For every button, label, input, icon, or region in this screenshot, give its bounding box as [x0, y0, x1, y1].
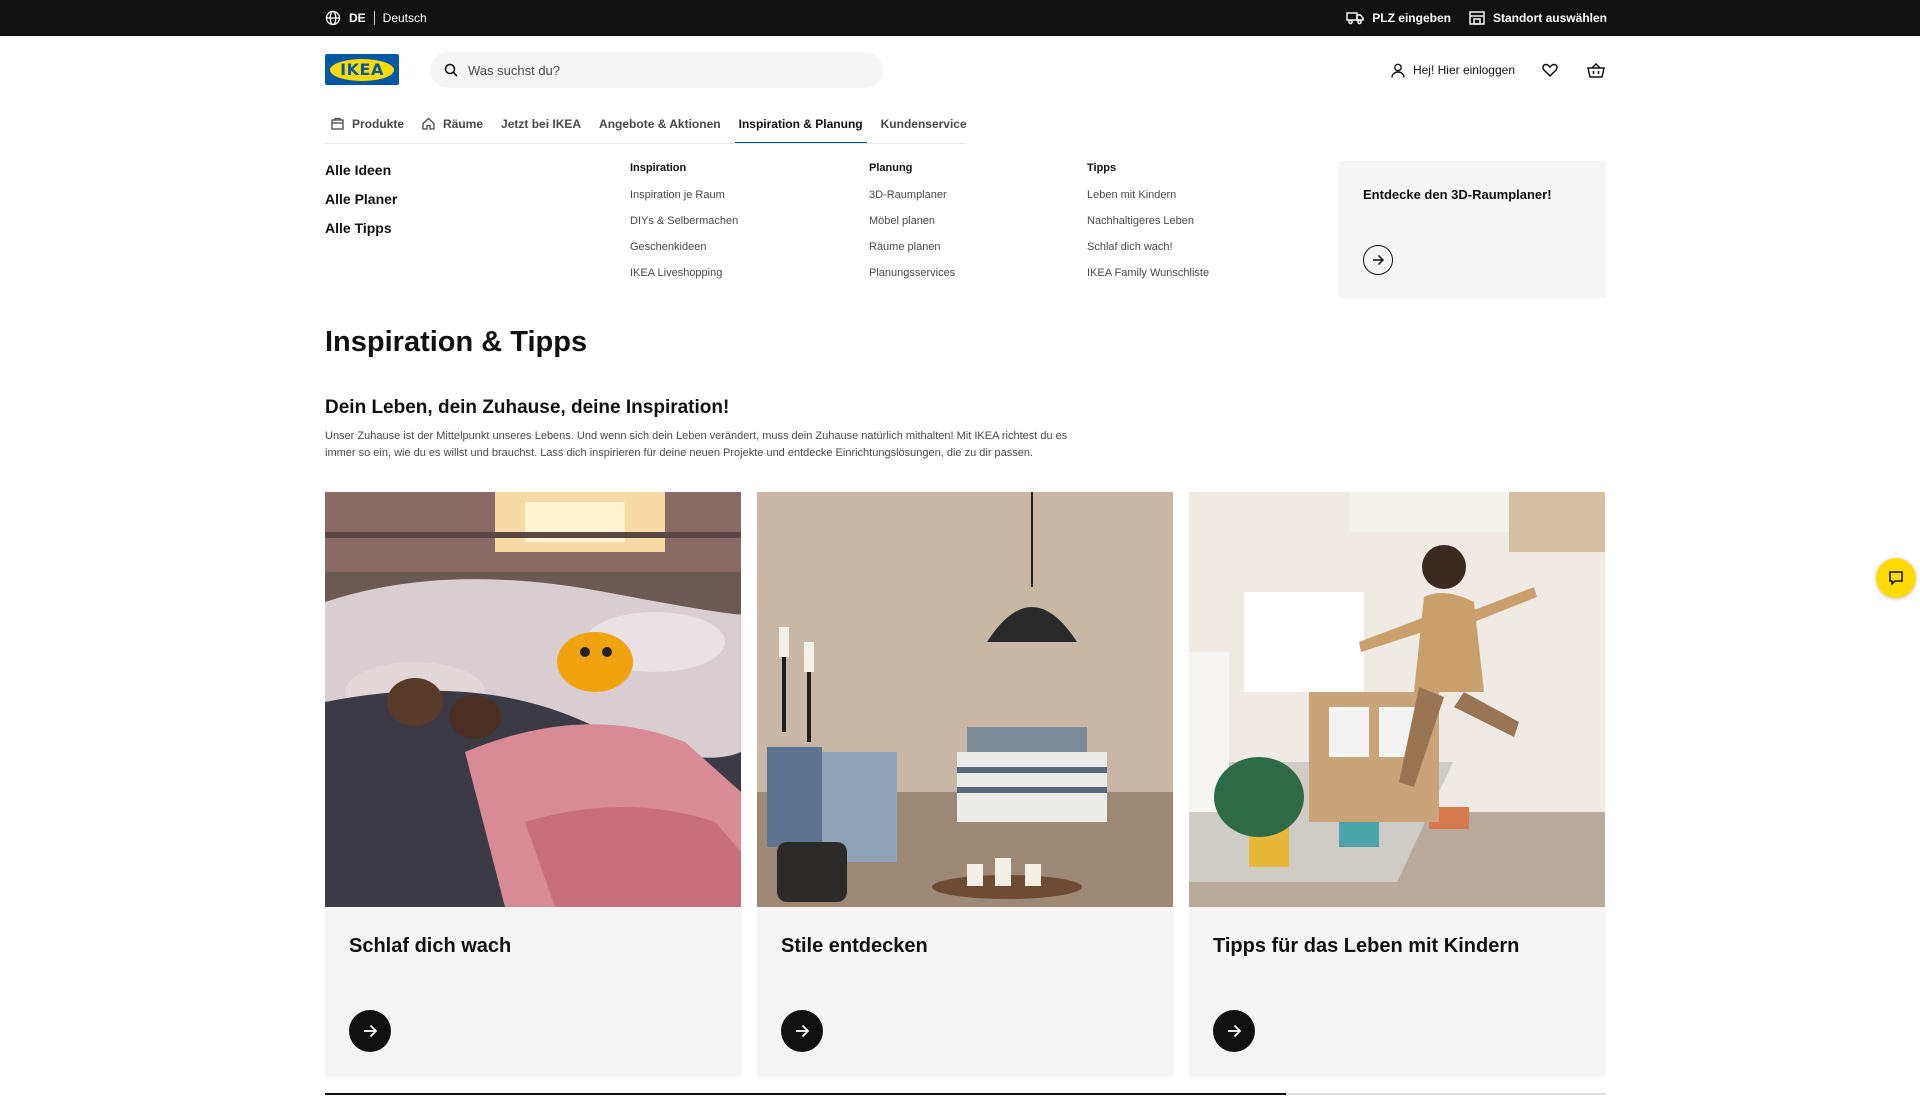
- card-title: Schlaf dich wach: [349, 935, 512, 957]
- house-icon: [422, 117, 435, 130]
- carousel-scrollbar[interactable]: [325, 1093, 1606, 1095]
- cart-button[interactable]: [1585, 59, 1607, 81]
- promo-3d-planner[interactable]: Entdecke den 3D-Raumplaner!: [1339, 161, 1606, 298]
- tab-label: Jetzt bei IKEA: [501, 117, 582, 131]
- basket-icon: [1587, 62, 1605, 78]
- arrow-right-icon: [796, 1024, 809, 1038]
- menu-link[interactable]: Planungsservices: [869, 267, 955, 281]
- tab-angebote[interactable]: Angebote & Aktionen: [593, 110, 733, 144]
- zip-code-label: PLZ eingeben: [1372, 11, 1451, 25]
- tab-produkte[interactable]: Produkte: [325, 110, 416, 144]
- intro-text: Unser Zuhause ist der Mittelpunkt unsere…: [325, 430, 1068, 459]
- scrollbar-thumb[interactable]: [325, 1093, 1286, 1095]
- menu-link[interactable]: IKEA Liveshopping: [630, 267, 738, 281]
- search-icon: [444, 63, 458, 77]
- arrow-right-icon: [1373, 254, 1384, 266]
- chat-button[interactable]: [1876, 558, 1916, 598]
- login-button[interactable]: Hej! Hier einloggen: [1391, 63, 1515, 78]
- login-label: Hej! Hier einloggen: [1412, 63, 1515, 77]
- language-name: Deutsch: [382, 11, 427, 25]
- tab-jetzt-bei-ikea[interactable]: Jetzt bei IKEA: [495, 110, 593, 144]
- zip-code-button[interactable]: PLZ eingeben: [1346, 11, 1451, 25]
- tab-label: Produkte: [352, 117, 405, 131]
- kids-room-illustration: [1189, 492, 1605, 907]
- promo-arrow-button[interactable]: [1363, 245, 1393, 275]
- logo-text: IKEA: [340, 60, 384, 79]
- link-alle-planer[interactable]: Alle Planer: [325, 191, 397, 208]
- globe-icon: [325, 10, 341, 26]
- search-bar[interactable]: [430, 52, 883, 88]
- menu-link[interactable]: Möbel planen: [869, 215, 955, 229]
- tab-inspiration-planung[interactable]: Inspiration & Planung: [733, 110, 875, 144]
- menu-link[interactable]: DIYs & Selbermachen: [630, 215, 738, 229]
- bag-icon: [331, 117, 344, 130]
- link-alle-tipps[interactable]: Alle Tipps: [325, 220, 397, 237]
- megamenu-column-planung: Planung 3D-Raumplaner Möbel planen Räume…: [869, 162, 955, 293]
- arrow-right-icon: [364, 1024, 377, 1038]
- tab-label: Kundenservice: [880, 117, 967, 131]
- tab-label: Inspiration & Planung: [738, 117, 863, 131]
- card-image-living: [757, 492, 1173, 907]
- megamenu-main-links: Alle Ideen Alle Planer Alle Tipps: [325, 162, 397, 237]
- user-icon: [1391, 63, 1405, 78]
- menu-link[interactable]: IKEA Family Wunschliste: [1087, 267, 1209, 281]
- card-stile[interactable]: Stile entdecken: [757, 492, 1173, 1077]
- nav-divider: [325, 143, 965, 144]
- card-kinder[interactable]: Tipps für das Leben mit Kindern: [1189, 492, 1605, 1077]
- store-select-label: Standort auswählen: [1492, 11, 1607, 25]
- store-select-button[interactable]: Standort auswählen: [1469, 11, 1607, 25]
- card-image-bedroom: [325, 492, 741, 907]
- card-schlaf[interactable]: Schlaf dich wach: [325, 492, 741, 1077]
- menu-link[interactable]: Räume planen: [869, 241, 955, 255]
- top-bar: DE Deutsch PLZ eingeben Standort auswähl…: [0, 0, 1920, 36]
- column-heading: Planung: [869, 162, 913, 174]
- section-subtitle: Dein Leben, dein Zuhause, deine Inspirat…: [325, 397, 730, 418]
- card-arrow-button[interactable]: [1213, 1010, 1255, 1052]
- truck-icon: [1346, 12, 1364, 25]
- column-heading: Inspiration: [630, 162, 687, 174]
- menu-link[interactable]: Inspiration je Raum: [630, 189, 738, 203]
- country-code: DE: [349, 11, 366, 25]
- column-heading: Tipps: [1087, 162, 1117, 174]
- ikea-logo[interactable]: IKEA: [325, 54, 399, 85]
- chat-icon: [1889, 571, 1903, 586]
- language-selector[interactable]: DE Deutsch: [325, 0, 427, 36]
- menu-link[interactable]: Geschenkideen: [630, 241, 738, 255]
- card-title: Stile entdecken: [781, 935, 928, 957]
- link-alle-ideen[interactable]: Alle Ideen: [325, 162, 397, 179]
- card-arrow-button[interactable]: [349, 1010, 391, 1052]
- logo-oval: IKEA: [330, 58, 394, 81]
- arrow-right-icon: [1228, 1024, 1241, 1038]
- tab-kundenservice[interactable]: Kundenservice: [875, 110, 979, 144]
- tab-label: Räume: [443, 117, 484, 131]
- heart-icon: [1542, 63, 1558, 77]
- living-illustration: [757, 492, 1173, 907]
- megamenu-column-inspiration: Inspiration Inspiration je Raum DIYs & S…: [630, 162, 738, 293]
- card-image-kids-room: [1189, 492, 1605, 907]
- menu-link[interactable]: Nachhaltigeres Leben: [1087, 215, 1209, 229]
- menu-link[interactable]: Schlaf dich wach!: [1087, 241, 1209, 255]
- wishlist-button[interactable]: [1539, 59, 1561, 81]
- card-arrow-button[interactable]: [781, 1010, 823, 1052]
- store-icon: [1469, 11, 1485, 25]
- menu-link[interactable]: Leben mit Kindern: [1087, 189, 1209, 203]
- menu-link[interactable]: 3D-Raumplaner: [869, 189, 955, 203]
- megamenu-column-tipps: Tipps Leben mit Kindern Nachhaltigeres L…: [1087, 162, 1209, 293]
- search-input[interactable]: [468, 62, 848, 78]
- promo-title: Entdecke den 3D-Raumplaner!: [1363, 187, 1552, 202]
- bedroom-illustration: [325, 492, 741, 907]
- tab-label: Angebote & Aktionen: [599, 117, 721, 131]
- page-title: Inspiration & Tipps: [325, 326, 588, 358]
- tab-raeume[interactable]: Räume: [416, 110, 495, 144]
- divider: [373, 11, 375, 25]
- main-navigation: Produkte Räume Jetzt bei IKEA Angebote &…: [325, 110, 979, 144]
- card-title: Tipps für das Leben mit Kindern: [1213, 935, 1520, 957]
